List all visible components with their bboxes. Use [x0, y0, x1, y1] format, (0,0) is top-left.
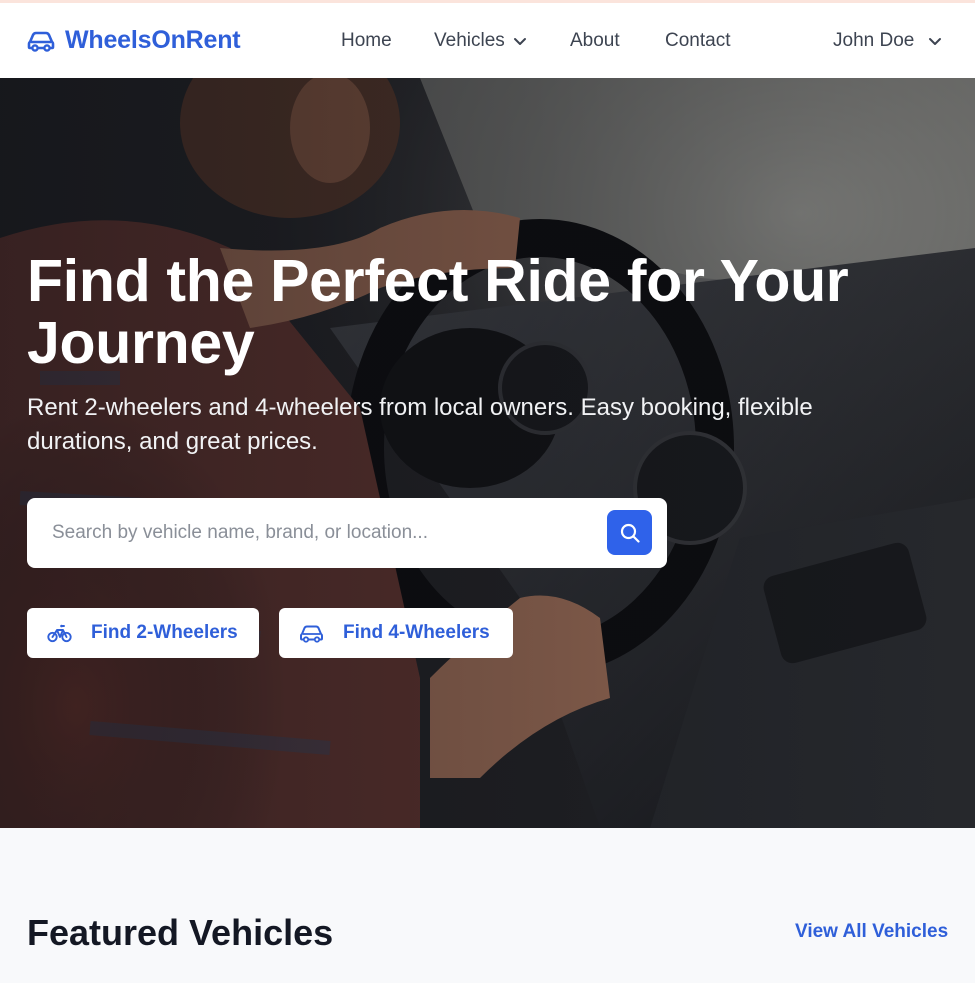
- nav-vehicles-label: Vehicles: [434, 29, 505, 51]
- find-4-wheelers-label: Find 4-Wheelers: [343, 622, 490, 643]
- user-menu-dropdown[interactable]: John Doe: [833, 3, 942, 78]
- view-all-vehicles-link[interactable]: View All Vehicles: [795, 921, 948, 943]
- nav-home[interactable]: Home: [341, 3, 392, 78]
- chevron-down-icon: [513, 37, 526, 45]
- search-button[interactable]: [607, 510, 652, 555]
- user-name: John Doe: [833, 29, 915, 51]
- hero-subtitle: Rent 2-wheelers and 4-wheelers from loca…: [27, 394, 813, 455]
- nav-home-label: Home: [341, 29, 392, 51]
- nav-contact-label: Contact: [665, 29, 731, 51]
- featured-vehicles-heading: Featured Vehicles: [27, 912, 334, 953]
- bicycle-icon: [47, 624, 72, 643]
- chevron-down-icon: [929, 37, 942, 45]
- nav-about[interactable]: About: [570, 3, 620, 78]
- search-bar: [27, 498, 667, 568]
- search-icon: [620, 523, 640, 543]
- search-input[interactable]: [27, 498, 597, 568]
- car-icon: [27, 31, 55, 52]
- nav-about-label: About: [570, 29, 620, 51]
- brand-name: WheelsOnRent: [65, 26, 241, 54]
- car-icon: [300, 625, 323, 643]
- hero-section: Find the Perfect Ride for Your Journey R…: [0, 78, 975, 828]
- nav-vehicles-dropdown[interactable]: Vehicles: [434, 3, 527, 78]
- find-4-wheelers-button[interactable]: Find 4-Wheelers: [279, 608, 513, 658]
- navbar: WheelsOnRent Home Vehicles About Contact…: [0, 3, 975, 78]
- find-2-wheelers-label: Find 2-Wheelers: [91, 622, 238, 643]
- brand-logo-link[interactable]: WheelsOnRent: [27, 3, 241, 78]
- hero-title: Find the Perfect Ride for Your Journey: [27, 248, 849, 376]
- nav-contact[interactable]: Contact: [665, 3, 730, 78]
- find-2-wheelers-button[interactable]: Find 2-Wheelers: [27, 608, 259, 658]
